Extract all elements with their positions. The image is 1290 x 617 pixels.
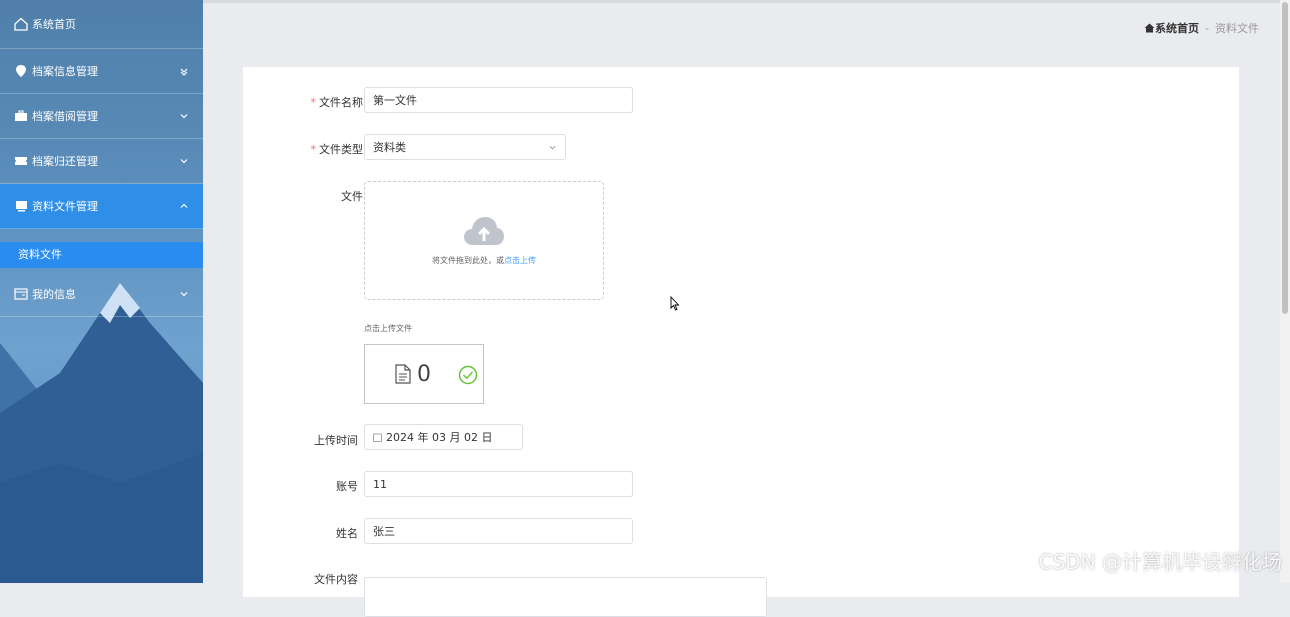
sidebar-item-home[interactable]: 系统首页 — [0, 0, 203, 49]
page-scrollbar[interactable] — [1280, 0, 1290, 583]
chevron-down-icon — [180, 68, 188, 76]
sidebar-item-file-management[interactable]: 资料文件管理 — [0, 184, 203, 229]
check-circle-icon — [458, 365, 478, 385]
sidebar-item-label: 档案信息管理 — [32, 65, 98, 78]
upload-link[interactable]: 点击上传 — [504, 256, 536, 265]
file-count: 0 — [417, 361, 431, 387]
chevron-down-icon — [549, 145, 556, 150]
sidebar-item-label: 资料文件管理 — [32, 200, 98, 213]
chevron-down-icon — [180, 114, 188, 119]
sidebar-item-label: 档案借阅管理 — [32, 110, 98, 123]
file-name-input[interactable]: 第一文件 — [364, 87, 633, 113]
account-label: 账号 — [336, 480, 358, 493]
sidebar-item-archive-return[interactable]: 档案归还管理 — [0, 139, 203, 184]
file-content-editor[interactable] — [364, 577, 767, 617]
sidebar-subitem-files[interactable]: 资料文件 — [0, 242, 203, 268]
chevron-down-icon — [180, 292, 188, 297]
mountain-background — [0, 283, 203, 583]
chevron-up-icon — [180, 203, 188, 208]
breadcrumb-current: 资料文件 — [1215, 22, 1259, 35]
sidebar-item-label: 我的信息 — [32, 288, 76, 301]
sidebar: 系统首页 档案信息管理 档案借阅管理 档案归还管理 资料文件管理 资料文件 我的… — [0, 0, 203, 583]
uploaded-file-card[interactable]: 0 — [364, 344, 484, 404]
scrollbar-thumb[interactable] — [1282, 2, 1288, 314]
calendar-icon — [373, 433, 382, 442]
ticket-icon — [14, 154, 28, 168]
upload-time-label: 上传时间 — [314, 434, 358, 447]
sidebar-item-my-info[interactable]: 我的信息 — [0, 272, 203, 317]
file-name-label: * 文件名称 — [310, 96, 364, 109]
file-label: 文件 — [341, 190, 363, 203]
breadcrumb-separator: - — [1205, 21, 1209, 35]
file-type-select[interactable]: 资料类 — [364, 134, 566, 160]
upload-tip: 将文件拖到此处，或点击上传 — [432, 256, 536, 265]
form-card: * 文件名称 第一文件 * 文件类型 资料类 文件 将文件拖到此处，或点击上传 点击… — [243, 67, 1239, 617]
briefcase-icon — [14, 109, 28, 123]
sidebar-item-label: 系统首页 — [32, 18, 76, 31]
mouse-cursor-icon — [670, 296, 680, 311]
document-icon — [395, 364, 411, 384]
sidebar-item-archive-borrow[interactable]: 档案借阅管理 — [0, 94, 203, 139]
card-icon — [14, 287, 28, 301]
account-input[interactable]: 11 — [364, 471, 633, 497]
location-icon — [14, 64, 28, 78]
chevron-down-icon — [180, 159, 188, 164]
upload-time-picker[interactable]: 2024 年 03 月 02 日 — [364, 424, 523, 450]
file-content-label: 文件内容 — [314, 573, 358, 586]
top-bar — [203, 0, 1280, 3]
name-label: 姓名 — [336, 527, 358, 540]
upload-cloud-icon — [464, 217, 504, 245]
breadcrumb: 系统首页 - 资料文件 — [1144, 20, 1259, 36]
home-icon — [14, 17, 28, 31]
file-upload-dropzone[interactable]: 将文件拖到此处，或点击上传 — [364, 181, 604, 300]
breadcrumb-home[interactable]: 系统首页 — [1144, 20, 1199, 36]
upload-hint: 点击上传文件 — [364, 324, 412, 333]
sidebar-item-archive-info[interactable]: 档案信息管理 — [0, 49, 203, 94]
sidebar-item-label: 档案归还管理 — [32, 155, 98, 168]
file-type-label: * 文件类型 — [310, 143, 364, 156]
watermark: CSDN @计算机毕设孵化场 — [1038, 550, 1282, 574]
home-icon — [1144, 23, 1155, 33]
breadcrumb-home-label: 系统首页 — [1155, 22, 1200, 35]
name-input[interactable]: 张三 — [364, 518, 633, 544]
box-icon — [14, 199, 28, 213]
